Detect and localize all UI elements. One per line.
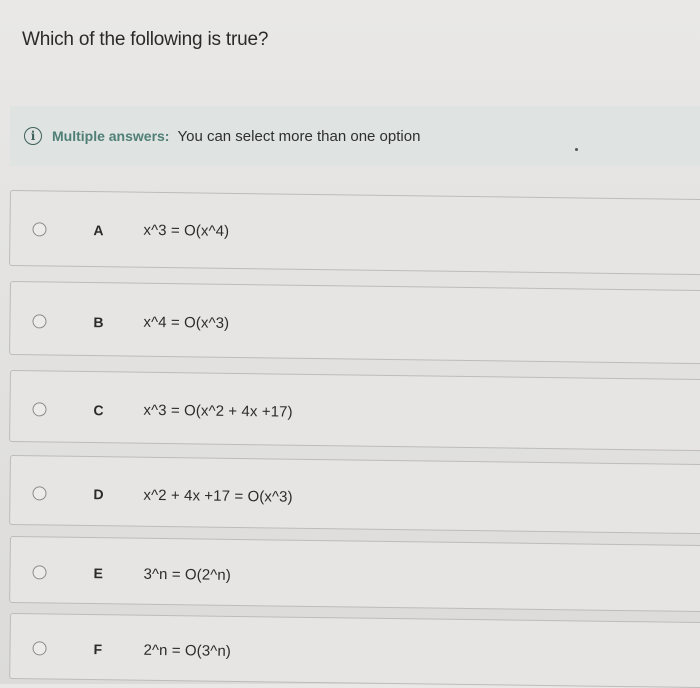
answer-option-a[interactable]: A x^3 = O(x^4) [9, 190, 700, 276]
option-text-d: x^2 + 4x +17 = O(x^3) [143, 486, 293, 506]
radio-button-b[interactable] [32, 314, 47, 329]
option-letter-d: D [93, 486, 104, 503]
option-text-e: 3^n = O(2^n) [143, 565, 232, 584]
option-letter-b: B [93, 314, 104, 331]
decorative-dot [575, 148, 578, 151]
answer-option-c[interactable]: C x^3 = O(x^2 + 4x +17) [9, 370, 700, 452]
answer-option-d[interactable]: D x^2 + 4x +17 = O(x^3) [9, 455, 700, 535]
radio-button-d[interactable] [32, 486, 47, 501]
answer-option-e[interactable]: E 3^n = O(2^n) [9, 536, 700, 613]
option-letter-e: E [93, 565, 103, 582]
option-text-c: x^3 = O(x^2 + 4x +17) [143, 401, 293, 421]
option-letter-a: A [93, 222, 104, 239]
multiple-answers-text: You can select more than one option [177, 127, 421, 145]
radio-button-c[interactable] [32, 402, 47, 417]
answer-option-b[interactable]: B x^4 = O(x^3) [9, 281, 700, 365]
info-icon: i [24, 127, 42, 145]
option-letter-c: C [93, 402, 104, 419]
answer-option-f[interactable]: F 2^n = O(3^n) [9, 613, 700, 688]
radio-button-f[interactable] [32, 641, 47, 656]
radio-button-a[interactable] [32, 222, 47, 237]
question-text: Which of the following is true? [22, 29, 269, 50]
option-text-f: 2^n = O(3^n) [143, 641, 232, 660]
radio-button-e[interactable] [32, 565, 47, 580]
multiple-answers-label: Multiple answers: [52, 128, 170, 144]
option-text-a: x^3 = O(x^4) [143, 221, 230, 240]
option-letter-f: F [93, 641, 103, 658]
option-text-b: x^4 = O(x^3) [143, 313, 230, 332]
multiple-answers-banner: i Multiple answers: You can select more … [10, 106, 700, 166]
